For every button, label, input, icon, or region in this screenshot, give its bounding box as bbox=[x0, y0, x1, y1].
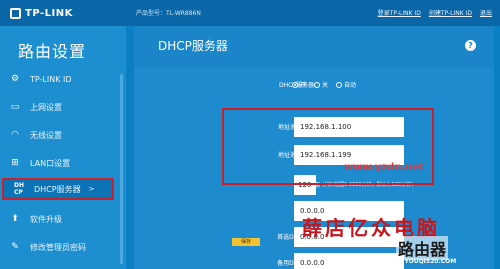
upload-icon: ⬆ bbox=[11, 214, 19, 224]
dhcp-toggle-row: DHCP服务器： 开 关 自动 bbox=[134, 74, 494, 96]
sidebar-item-internet[interactable]: ▭ 上网设置 bbox=[0, 96, 120, 118]
product-model: 产品型号：TL-WR886N bbox=[136, 10, 201, 17]
sidebar-item-admin-password[interactable]: ✎ 修改管理员密码 bbox=[0, 236, 120, 258]
logout-link[interactable]: 退出 bbox=[480, 8, 492, 17]
radio-on-label: 开 bbox=[300, 82, 307, 89]
save-button[interactable]: 保存 bbox=[232, 238, 260, 246]
top-links: 登录TP-LINK ID 创建TP-LINK ID 退出 bbox=[378, 8, 492, 17]
radio-off[interactable]: 关 bbox=[314, 80, 328, 89]
sidebar-item-label: TP-LINK ID bbox=[30, 74, 72, 84]
watermark-sub: LUYOUQI520.COM bbox=[396, 258, 457, 265]
sidebar-item-lan[interactable]: ⊞ LAN口设置 bbox=[0, 152, 120, 174]
highlight-box bbox=[222, 108, 434, 185]
radio-off-label: 关 bbox=[322, 82, 329, 89]
radio-off-dot bbox=[314, 81, 321, 88]
radio-auto-label: 自动 bbox=[344, 82, 357, 89]
sidebar-item-label: DHCP服务器 bbox=[34, 184, 81, 194]
radio-auto-dot bbox=[336, 81, 343, 88]
sidebar-item-label: 无线设置 bbox=[30, 130, 62, 140]
tp-link-logo: TP-LINK bbox=[10, 6, 73, 20]
monitor-icon: ▭ bbox=[10, 102, 20, 112]
chevron-right-icon: > bbox=[88, 185, 95, 193]
wifi-icon: ◠ bbox=[11, 130, 19, 140]
login-tplink-id-link[interactable]: 登录TP-LINK ID bbox=[378, 8, 421, 17]
dhcp-radio-group: 开 关 自动 bbox=[292, 80, 356, 89]
pencil-icon: ✎ bbox=[11, 242, 19, 252]
radio-on-dot bbox=[292, 81, 298, 88]
sidebar: 路由设置 ⚙ TP-LINK ID ▭ 上网设置 ◠ 无线设置 ⊞ LAN口设置… bbox=[0, 26, 126, 269]
sidebar-item-label: 上网设置 bbox=[30, 102, 62, 112]
sidebar-item-dhcp[interactable]: DH CP DHCP服务器 > bbox=[2, 178, 114, 200]
top-bar: TP-LINK 产品型号：TL-WR886N 登录TP-LINK ID 创建TP… bbox=[0, 0, 500, 26]
logo-text: TP-LINK bbox=[25, 7, 73, 19]
watermark-logo: 路由器 bbox=[396, 236, 449, 260]
logo-mark-icon bbox=[10, 7, 21, 19]
page-title: DHCP服务器 bbox=[158, 39, 228, 53]
create-tplink-id-link[interactable]: 创建TP-LINK ID bbox=[429, 8, 472, 17]
sidebar-item-label: 软件升级 bbox=[30, 214, 62, 224]
sidebar-item-label: 修改管理员密码 bbox=[30, 242, 86, 252]
help-icon[interactable]: ? bbox=[465, 40, 476, 51]
sidebar-title: 路由设置 bbox=[18, 42, 87, 61]
sidebar-item-label: LAN口设置 bbox=[30, 158, 71, 168]
sidebar-item-wireless[interactable]: ◠ 无线设置 bbox=[0, 124, 120, 146]
lan-icon: ⊞ bbox=[11, 158, 19, 168]
sidebar-item-tplink-id[interactable]: ⚙ TP-LINK ID bbox=[0, 68, 120, 90]
gear-icon: ⚙ bbox=[10, 74, 20, 84]
dns2-input[interactable]: 0.0.0.0 bbox=[294, 253, 404, 269]
sidebar-item-upgrade[interactable]: ⬆ 软件升级 bbox=[0, 208, 120, 230]
watermark-domain: www.yzdn.net bbox=[344, 162, 424, 173]
sidebar-scrollbar[interactable] bbox=[120, 74, 123, 264]
main-header: DHCP服务器 ? bbox=[134, 26, 494, 68]
dhcp-icon: DH CP bbox=[13, 182, 24, 196]
radio-auto[interactable]: 自动 bbox=[336, 80, 356, 89]
radio-on[interactable]: 开 bbox=[292, 80, 306, 89]
